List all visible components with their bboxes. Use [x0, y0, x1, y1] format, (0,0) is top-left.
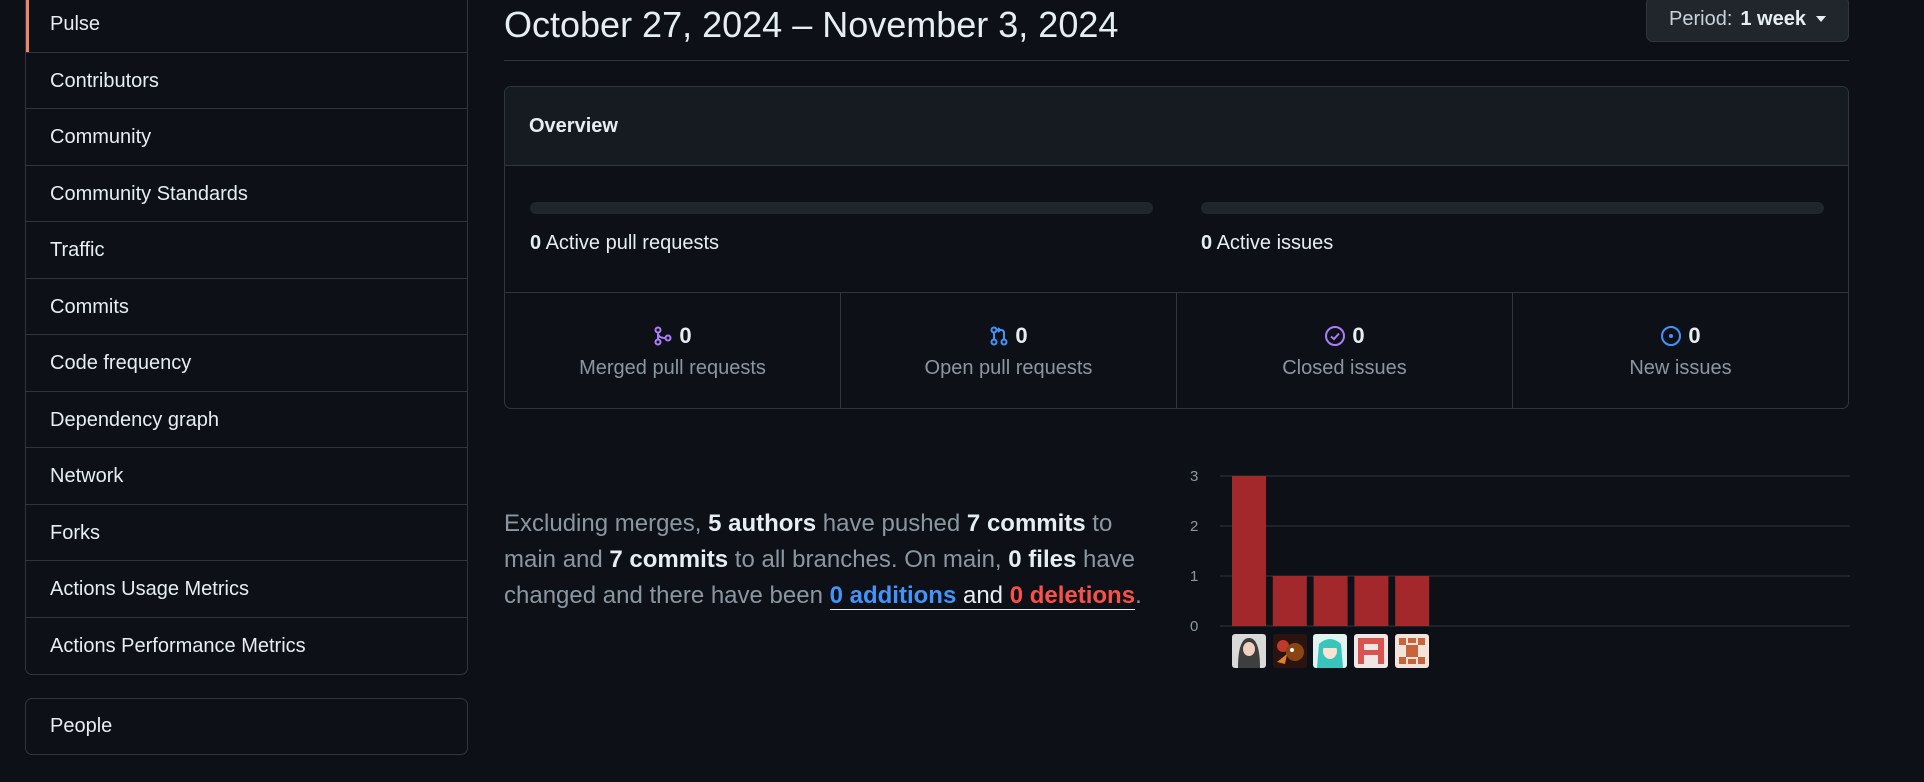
new-issues-stat[interactable]: 0 New issues	[1513, 293, 1848, 408]
sidebar-item-label: Community Standards	[50, 182, 248, 205]
files-changed-count: 0 files	[1008, 546, 1077, 573]
sidebar-item-actions-usage-metrics[interactable]: Actions Usage Metrics	[26, 561, 467, 618]
open-pr-icon	[989, 326, 1009, 346]
merged-pr-icon	[653, 326, 673, 346]
sidebar-item-label: Traffic	[50, 239, 105, 261]
sidebar-item-forks[interactable]: Forks	[26, 505, 467, 561]
sidebar-item-label: Community	[50, 126, 152, 148]
overview-title: Overview	[505, 87, 1848, 166]
commits-bar-chart: 0 1 2 3	[1190, 468, 1850, 635]
author-avatar-1[interactable]	[1232, 634, 1266, 668]
commits-all-count: 7 commits	[609, 546, 729, 573]
author-avatar-4[interactable]	[1354, 634, 1388, 668]
sidebar-item-contributors[interactable]: Contributors	[26, 53, 467, 109]
closed-issue-icon	[1324, 325, 1346, 347]
additions-count: 0 additions	[829, 582, 957, 609]
sidebar-item-dependency-graph[interactable]: Dependency graph	[26, 392, 467, 448]
sidebar-item-community-standards[interactable]: Community Standards	[26, 166, 467, 222]
active-issues-count: 0	[1201, 232, 1213, 254]
active-issues-link[interactable]: 0 Active issues	[1201, 232, 1333, 255]
overview-stats-row: 0 Merged pull requests 0 Open pull reque…	[505, 293, 1848, 408]
active-prs-progress-bar[interactable]	[530, 202, 1153, 214]
commit-bar-3[interactable]	[1313, 576, 1348, 626]
summary-text: Excluding merges,	[504, 510, 709, 537]
summary-text: .	[1135, 582, 1142, 609]
y-tick-label: 1	[1190, 568, 1198, 585]
deletions-count: 0 deletions	[1009, 582, 1136, 609]
commit-bar-1[interactable]	[1232, 476, 1266, 626]
commit-summary: Excluding merges, 5 authors have pushed …	[504, 506, 1164, 614]
period-value: 1 week	[1740, 7, 1806, 30]
commits-by-author-chart: 0 1 2 3	[1190, 462, 1850, 672]
period-select-button[interactable]: Period: 1 week	[1646, 0, 1849, 42]
closed-issues-stat[interactable]: 0 Closed issues	[1177, 293, 1513, 408]
y-tick-label: 2	[1190, 518, 1198, 535]
sidebar-item-people[interactable]: People	[26, 699, 467, 754]
header-divider	[504, 60, 1849, 61]
author-avatar-3[interactable]	[1313, 634, 1347, 668]
summary-text: have pushed	[816, 510, 967, 537]
commit-bar-2[interactable]	[1272, 576, 1307, 626]
sidebar-item-network[interactable]: Network	[26, 448, 467, 505]
overview-progress-row: 0 Active pull requests 0 Active issues	[505, 166, 1848, 293]
additions-deletions-link[interactable]: 0 additions and 0 deletions	[829, 582, 1136, 610]
sidebar-item-label: Network	[50, 465, 124, 487]
open-prs-stat[interactable]: 0 Open pull requests	[841, 293, 1177, 408]
date-range-title: October 27, 2024 – November 3, 2024	[504, 4, 1119, 45]
sidebar-item-label: Actions Usage Metrics	[50, 578, 249, 600]
commit-bar-4[interactable]	[1354, 576, 1389, 626]
merged-prs-count: 0	[679, 323, 692, 348]
sidebar-item-pulse[interactable]: Pulse	[26, 0, 467, 53]
period-label: Period:	[1669, 7, 1733, 30]
active-prs-link[interactable]: 0 Active pull requests	[530, 232, 719, 255]
summary-text: and	[956, 582, 1010, 609]
active-prs-label: Active pull requests	[545, 232, 719, 254]
sidebar-item-label: Actions Performance Metrics	[50, 634, 306, 657]
closed-issues-count: 0	[1352, 323, 1365, 348]
sidebar-item-label: Contributors	[50, 69, 159, 92]
active-issues-label: Active issues	[1216, 232, 1334, 254]
merged-prs-label: Merged pull requests	[579, 357, 766, 379]
summary-text: to all branches. On main,	[728, 546, 1009, 573]
open-prs-label: Open pull requests	[924, 357, 1093, 379]
sidebar-item-community[interactable]: Community	[26, 109, 467, 166]
sidebar-item-label: Code frequency	[50, 352, 192, 374]
active-issues-progress-bar[interactable]	[1201, 202, 1824, 214]
new-issue-icon	[1660, 325, 1682, 347]
commits-main-count: 7 commits	[966, 510, 1086, 537]
authors-count: 5 authors	[708, 510, 817, 537]
sidebar-item-label: Commits	[50, 295, 129, 318]
sidebar-item-code-frequency[interactable]: Code frequency	[26, 335, 467, 392]
open-prs-count: 0	[1015, 323, 1028, 348]
y-tick-label: 3	[1190, 468, 1198, 485]
new-issues-count: 0	[1688, 323, 1701, 348]
caret-down-icon	[1815, 16, 1826, 22]
merged-prs-stat[interactable]: 0 Merged pull requests	[505, 293, 841, 408]
sidebar-item-actions-performance-metrics[interactable]: Actions Performance Metrics	[26, 618, 467, 675]
overview-panel: Overview 0 Active pull requests 0 Active…	[504, 86, 1849, 409]
active-prs-count: 0	[530, 232, 542, 254]
author-avatar-5[interactable]	[1395, 634, 1429, 668]
insights-sidebar-menu: Pulse Contributors Community Community S…	[25, 0, 468, 675]
people-menu: People	[25, 698, 468, 755]
sidebar-item-label: People	[50, 715, 113, 737]
new-issues-label: New issues	[1629, 357, 1732, 379]
author-avatar-2[interactable]	[1273, 634, 1307, 668]
sidebar-item-traffic[interactable]: Traffic	[26, 222, 467, 279]
commit-bar-5[interactable]	[1395, 576, 1430, 626]
sidebar-item-label: Dependency graph	[50, 408, 220, 431]
closed-issues-label: Closed issues	[1282, 357, 1407, 379]
sidebar-item-label: Forks	[50, 521, 100, 544]
y-tick-label: 0	[1190, 618, 1198, 635]
sidebar-item-commits[interactable]: Commits	[26, 279, 467, 335]
sidebar-item-label: Pulse	[50, 13, 101, 35]
